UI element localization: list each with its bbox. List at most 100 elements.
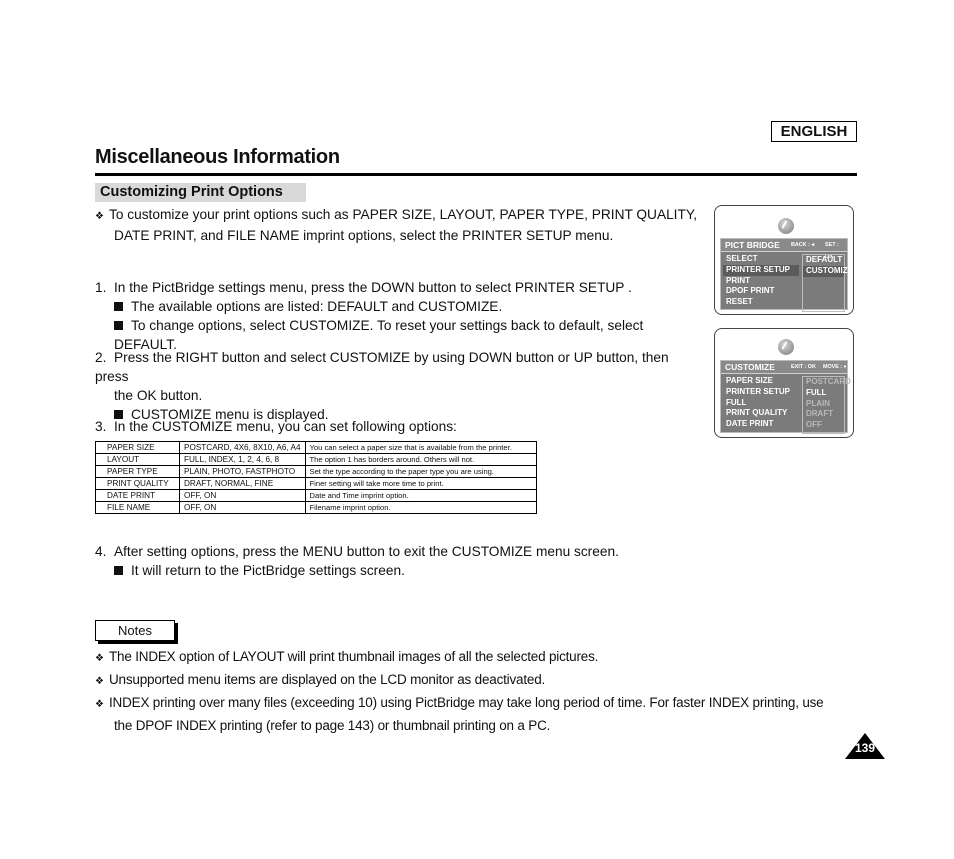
lcd-menu-item: FULL xyxy=(726,397,747,407)
table-row: FILE NAME OFF, ON Filename imprint optio… xyxy=(95,501,537,514)
step-number: 1. xyxy=(95,280,107,295)
option-values: PLAIN, PHOTO, FASTPHOTO xyxy=(179,465,306,478)
page-title: Miscellaneous Information xyxy=(95,146,340,168)
lcd-menu-item: DPOF PRINT xyxy=(726,286,775,296)
lcd-value-list: POSTCARD FULL PLAIN DRAFT OFF xyxy=(802,376,851,434)
lcd-menu-item: RESET xyxy=(726,297,753,307)
lcd-option-item: DEFAULT xyxy=(806,255,843,264)
lcd-menu-item: SELECT xyxy=(726,254,758,263)
square-bullet-icon xyxy=(114,302,123,311)
option-name: PRINT QUALITY xyxy=(95,477,180,490)
step-number: 2. xyxy=(95,350,107,365)
step-text: In the PictBridge settings menu, press t… xyxy=(114,280,632,295)
lcd-option-item-selected: CUSTOMIZE xyxy=(803,265,853,277)
section-heading: Customizing Print Options xyxy=(95,183,306,202)
step-text: Press the RIGHT button and select CUSTOM… xyxy=(95,350,669,384)
square-bullet-icon xyxy=(114,566,123,575)
diamond-bullet-icon: ❖ xyxy=(95,676,104,687)
lcd-hint-exit: EXIT : OK xyxy=(791,364,816,370)
option-description: You can select a paper size that is avai… xyxy=(304,441,537,454)
step-3: 3. In the CUSTOMIZE menu, you can set fol… xyxy=(95,417,705,436)
lcd-menu-item: PAPER SIZE xyxy=(726,376,773,385)
step-2: 2. Press the RIGHT button and select CUST… xyxy=(95,348,705,424)
option-description: Set the type according to the paper type… xyxy=(304,465,537,478)
lcd-title: PICT BRIDGE xyxy=(725,240,780,250)
lcd-body: PAPER SIZE PRINTER SETUP FULL PRINT QUAL… xyxy=(721,374,851,436)
lcd-value-item: FULL xyxy=(806,387,827,397)
table-row: PRINT QUALITY DRAFT, NORMAL, FINE Finer … xyxy=(95,477,537,490)
lcd-menu-item: DATE PRINT xyxy=(726,419,774,429)
lcd-menu-item: PRINTER SETUP xyxy=(726,386,791,396)
table-row: DATE PRINT OFF, ON Date and Time imprint… xyxy=(95,489,537,502)
lcd-menu-item: PRINT QUALITY xyxy=(726,408,788,418)
step-subitem: The available options are listed: DEFAUL… xyxy=(131,299,503,314)
intro-line: DATE PRINT, and FILE NAME imprint option… xyxy=(114,228,614,243)
step-text: After setting options, press the MENU bu… xyxy=(114,544,619,559)
option-name: PAPER TYPE xyxy=(95,465,180,478)
lcd-value-item: PLAIN xyxy=(806,398,830,408)
note-item-continued: the DPOF INDEX printing (refer to page 1… xyxy=(95,718,884,733)
lcd-menu-item-selected: PRINTER SETUP xyxy=(723,264,799,276)
square-bullet-icon xyxy=(114,321,123,330)
lcd-value-item: OFF xyxy=(806,420,822,430)
step-subitem: It will return to the PictBridge setting… xyxy=(131,563,405,578)
option-description: Date and Time imprint option. xyxy=(304,489,537,502)
note-item: ❖ INDEX printing over many files (exceedi… xyxy=(95,695,865,710)
lcd-option-list: DEFAULT CUSTOMIZE xyxy=(802,254,853,312)
intro-paragraph: ❖ To customize your print options such as… xyxy=(95,205,705,245)
lcd-panel: PICT BRIDGE BACK : ◂ SET : OK SELECT PRI… xyxy=(720,238,853,312)
lcd-menu-list: SELECT PRINTER SETUP PRINT DPOF PRINT RE… xyxy=(723,254,799,308)
step-1: 1. In the PictBridge settings menu, press… xyxy=(95,278,705,354)
lcd-hint-move: MOVE : ♦ xyxy=(823,364,847,370)
note-text: INDEX printing over many files (exceedin… xyxy=(109,695,824,710)
lcd-hint-back: BACK : ◂ xyxy=(791,242,815,248)
option-description: Filename imprint option. xyxy=(304,501,537,514)
diamond-bullet-icon: ❖ xyxy=(95,653,104,664)
lcd-screen-pictbridge: PICT BRIDGE BACK : ◂ SET : OK SELECT PRI… xyxy=(714,205,854,315)
options-table: PAPER SIZE POSTCARD, 4X6, 8X10, A6, A4 Y… xyxy=(95,441,537,514)
note-text: Unsupported menu items are displayed on … xyxy=(109,672,546,687)
intro-line: To customize your print options such as … xyxy=(109,207,698,222)
option-name: DATE PRINT xyxy=(95,489,180,502)
option-values: FULL, INDEX, 1, 2, 4, 6, 8 xyxy=(179,453,306,466)
lcd-title: CUSTOMIZE xyxy=(725,362,775,372)
option-name: LAYOUT xyxy=(95,453,180,466)
diamond-bullet-icon: ❖ xyxy=(95,699,104,710)
lcd-header: PICT BRIDGE BACK : ◂ SET : OK xyxy=(721,239,847,260)
option-values: OFF, ON xyxy=(179,489,306,502)
step-number: 4. xyxy=(95,544,107,559)
lcd-body: SELECT PRINTER SETUP PRINT DPOF PRINT RE… xyxy=(721,252,853,314)
lcd-screen-customize: CUSTOMIZE EXIT : OK MOVE : ♦ PAPER SIZE … xyxy=(714,328,854,438)
step-subitem: To change options, select CUSTOMIZE. To … xyxy=(114,318,644,352)
lcd-value-item: POSTCARD xyxy=(806,377,851,386)
option-description: Finer setting will take more time to pri… xyxy=(304,477,537,490)
table-row: LAYOUT FULL, INDEX, 1, 2, 4, 6, 8 The op… xyxy=(95,453,537,466)
language-label: ENGLISH xyxy=(771,121,857,142)
camera-mode-icon xyxy=(778,218,794,234)
step-text: In the CUSTOMIZE menu, you can set follo… xyxy=(114,419,457,434)
note-text: the DPOF INDEX printing (refer to page 1… xyxy=(114,718,551,733)
title-divider xyxy=(95,173,857,176)
lcd-menu-item: PRINT xyxy=(726,275,750,285)
camera-mode-icon xyxy=(778,339,794,355)
lcd-value-item: DRAFT xyxy=(806,409,834,419)
page-number: 139 xyxy=(854,741,876,755)
option-values: DRAFT, NORMAL, FINE xyxy=(179,477,306,490)
option-values: POSTCARD, 4X6, 8X10, A6, A4 xyxy=(179,441,306,454)
note-item: ❖ Unsupported menu items are displayed on… xyxy=(95,672,865,687)
note-text: The INDEX option of LAYOUT will print th… xyxy=(109,649,599,664)
step-4: 4. After setting options, press the MENU … xyxy=(95,542,705,580)
option-values: OFF, ON xyxy=(179,501,306,514)
lcd-header: CUSTOMIZE EXIT : OK MOVE : ♦ xyxy=(721,361,847,374)
note-item: ❖ The INDEX option of LAYOUT will print t… xyxy=(95,649,865,664)
option-name: FILE NAME xyxy=(95,501,180,514)
lcd-menu-list: PAPER SIZE PRINTER SETUP FULL PRINT QUAL… xyxy=(723,376,799,430)
table-row: PAPER TYPE PLAIN, PHOTO, FASTPHOTO Set t… xyxy=(95,465,537,478)
step-number: 3. xyxy=(95,419,107,434)
diamond-bullet-icon: ❖ xyxy=(95,211,104,222)
table-row: PAPER SIZE POSTCARD, 4X6, 8X10, A6, A4 Y… xyxy=(95,441,537,454)
notes-label: Notes xyxy=(95,620,175,641)
option-description: The option 1 has borders around. Others … xyxy=(304,453,537,466)
step-text: the OK button. xyxy=(114,388,203,403)
lcd-panel: CUSTOMIZE EXIT : OK MOVE : ♦ PAPER SIZE … xyxy=(720,360,851,436)
